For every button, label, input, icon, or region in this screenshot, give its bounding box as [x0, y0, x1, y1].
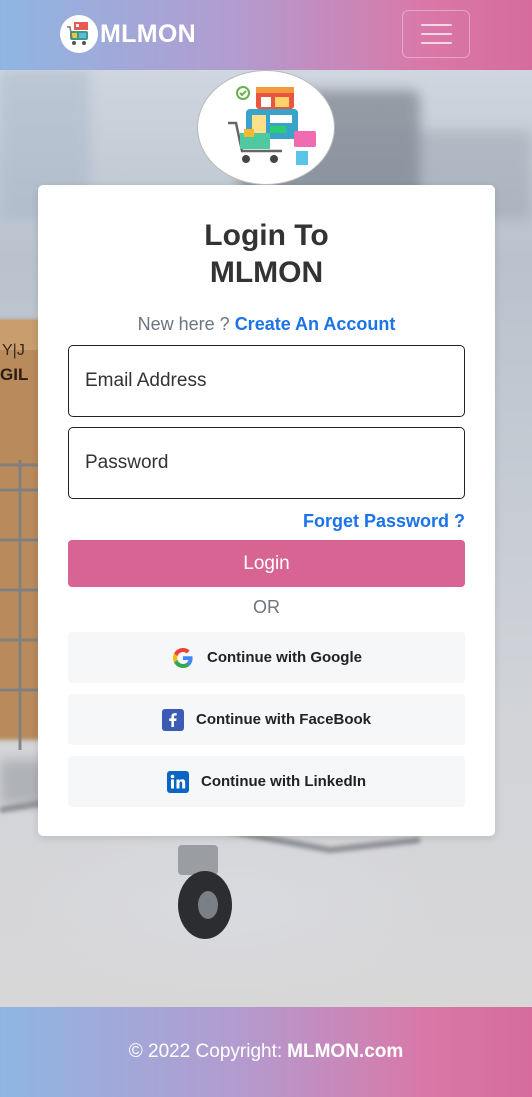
- svg-text:GIL: GIL: [0, 365, 28, 384]
- login-title-line1: Login To: [204, 219, 329, 252]
- footer: © 2022 Copyright: MLMON.com: [0, 1007, 532, 1097]
- copyright-text: © 2022 Copyright:: [128, 1041, 283, 1062]
- login-title-line2: MLMON: [209, 256, 324, 289]
- navbar: MLMON: [0, 0, 532, 70]
- new-here-text: New here ?: [137, 314, 230, 334]
- facebook-icon: [161, 708, 184, 731]
- linkedin-login-label: Continue with LinkedIn: [201, 773, 366, 790]
- google-login-label: Continue with Google: [207, 649, 362, 666]
- linkedin-login-button[interactable]: Continue with LinkedIn: [68, 756, 465, 807]
- password-field[interactable]: Password: [68, 427, 465, 499]
- forgot-password-link[interactable]: Forget Password ?: [303, 511, 465, 532]
- menu-toggle-button[interactable]: [402, 10, 470, 58]
- password-placeholder: Password: [85, 452, 169, 473]
- email-field[interactable]: Email Address: [68, 345, 465, 417]
- google-icon: [171, 646, 195, 670]
- hamburger-line: [420, 33, 452, 35]
- facebook-login-button[interactable]: Continue with FaceBook: [68, 694, 465, 745]
- svg-text:Y|J: Y|J: [2, 342, 25, 359]
- create-account-link[interactable]: Create An Account: [235, 314, 396, 334]
- facebook-login-label: Continue with FaceBook: [195, 711, 371, 728]
- hamburger-menu-icon: [420, 24, 452, 26]
- google-login-button[interactable]: Continue with Google: [68, 632, 465, 683]
- shopping-illustration-icon: [228, 86, 316, 165]
- brand-name: MLMON: [100, 19, 196, 48]
- login-card: Login To MLMON New here ? Create An Acco…: [38, 185, 495, 836]
- brand-logo-icon: [60, 15, 98, 53]
- footer-site-link[interactable]: MLMON.com: [287, 1041, 403, 1063]
- email-placeholder: Email Address: [85, 370, 207, 391]
- login-button[interactable]: Login: [68, 540, 465, 587]
- or-divider: OR: [253, 597, 280, 617]
- signup-prompt: New here ? Create An Account: [38, 314, 495, 335]
- hamburger-line: [420, 42, 452, 44]
- brand-link[interactable]: MLMON: [60, 15, 196, 53]
- linkedin-icon: [167, 770, 189, 793]
- shop-illustration-avatar: [197, 70, 335, 185]
